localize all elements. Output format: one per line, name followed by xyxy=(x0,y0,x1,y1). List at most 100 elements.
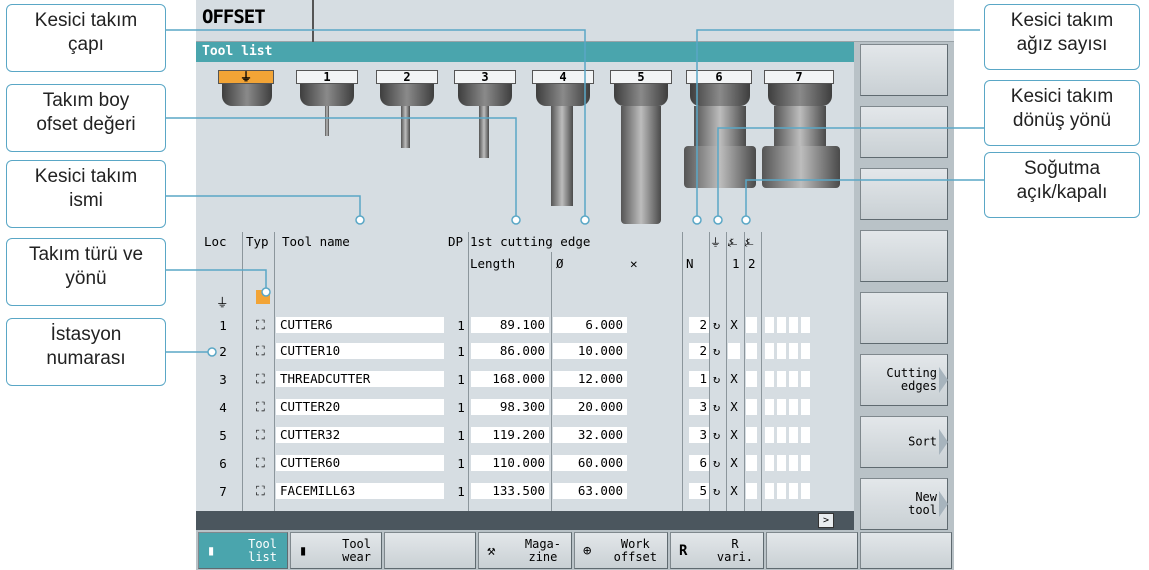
tool-name-cell[interactable]: CUTTER10 xyxy=(276,343,444,359)
slot-1[interactable]: 1 xyxy=(296,70,358,84)
diameter-cell[interactable]: 63.000 xyxy=(553,483,627,499)
softkey-v2[interactable] xyxy=(860,106,948,158)
rotation-icon[interactable]: ↻ xyxy=(710,371,723,387)
flag-box[interactable] xyxy=(765,317,774,333)
tool-name-cell[interactable]: FACEMILL63 xyxy=(276,483,444,499)
coolant-1-cell[interactable] xyxy=(728,343,740,359)
softkey-h8[interactable] xyxy=(860,532,952,569)
spindle-slot[interactable]: ⏚ xyxy=(218,70,274,84)
flag-box[interactable] xyxy=(765,343,774,359)
softkey-h7[interactable] xyxy=(766,532,858,569)
tool-name-cell[interactable]: CUTTER60 xyxy=(276,455,444,471)
length-cell[interactable]: 133.500 xyxy=(471,483,549,499)
edge-count-cell[interactable]: 3 xyxy=(689,399,709,415)
edge-count-cell[interactable]: 1 xyxy=(689,371,709,387)
diameter-cell[interactable]: 6.000 xyxy=(553,317,627,333)
slot-4[interactable]: 4 xyxy=(532,70,594,84)
length-cell[interactable]: 89.100 xyxy=(471,317,549,333)
softkey-v3[interactable] xyxy=(860,168,948,220)
table-row[interactable]: 6 ⛶ CUTTER60 1 110.000 60.000 6 ↻ X xyxy=(196,454,854,473)
diameter-cell[interactable]: 20.000 xyxy=(553,399,627,415)
length-cell[interactable]: 110.000 xyxy=(471,455,549,471)
length-cell[interactable]: 168.000 xyxy=(471,371,549,387)
tool-name-cell[interactable]: THREADCUTTER xyxy=(276,371,444,387)
flag-box[interactable] xyxy=(777,317,786,333)
coolant-2-cell[interactable] xyxy=(746,371,757,387)
rotation-icon[interactable]: ↻ xyxy=(710,427,723,443)
table-row[interactable]: 1 ⛶ CUTTER6 1 89.100 6.000 2 ↻ X xyxy=(196,316,854,335)
diameter-cell[interactable]: 60.000 xyxy=(553,455,627,471)
sort-button[interactable]: Sort xyxy=(860,416,948,468)
table-row[interactable]: 4 ⛶ CUTTER20 1 98.300 20.000 3 ↻ X xyxy=(196,398,854,417)
flag-box[interactable] xyxy=(789,427,798,443)
table-row[interactable]: 7 ⛶ FACEMILL63 1 133.500 63.000 5 ↻ X xyxy=(196,482,854,501)
coolant-2-cell[interactable] xyxy=(746,455,757,471)
edge-count-cell[interactable]: 2 xyxy=(689,343,709,359)
rotation-icon[interactable]: ↻ xyxy=(710,483,723,499)
slot-6[interactable]: 6 xyxy=(686,70,752,84)
slot-2[interactable]: 2 xyxy=(376,70,438,84)
tool-name-cell[interactable]: CUTTER6 xyxy=(276,317,444,333)
expand-right-icon[interactable]: > xyxy=(818,513,834,528)
magazine-button[interactable]: ⚒ Maga- zine xyxy=(478,532,572,569)
length-cell[interactable]: 86.000 xyxy=(471,343,549,359)
flag-box[interactable] xyxy=(777,399,786,415)
rotation-icon[interactable]: ↻ xyxy=(710,317,723,333)
coolant-1-cell[interactable]: X xyxy=(728,427,740,443)
edge-count-cell[interactable]: 6 xyxy=(689,455,709,471)
coolant-2-cell[interactable] xyxy=(746,483,757,499)
flag-box[interactable] xyxy=(765,427,774,443)
softkey-v1[interactable] xyxy=(860,44,948,96)
flag-box[interactable] xyxy=(801,483,810,499)
edge-count-cell[interactable]: 2 xyxy=(689,317,709,333)
flag-box[interactable] xyxy=(765,483,774,499)
tool-name-cell[interactable]: CUTTER32 xyxy=(276,427,444,443)
coolant-1-cell[interactable]: X xyxy=(728,399,740,415)
flag-box[interactable] xyxy=(801,343,810,359)
coolant-1-cell[interactable]: X xyxy=(728,371,740,387)
work-offset-button[interactable]: ⊕ Work offset xyxy=(574,532,668,569)
flag-box[interactable] xyxy=(789,371,798,387)
flag-box[interactable] xyxy=(801,371,810,387)
diameter-cell[interactable]: 32.000 xyxy=(553,427,627,443)
coolant-2-cell[interactable] xyxy=(746,343,757,359)
flag-box[interactable] xyxy=(789,317,798,333)
table-row[interactable]: 5 ⛶ CUTTER32 1 119.200 32.000 3 ↻ X xyxy=(196,426,854,445)
softkey-h3[interactable] xyxy=(384,532,476,569)
edge-count-cell[interactable]: 3 xyxy=(689,427,709,443)
rotation-icon[interactable]: ↻ xyxy=(710,343,723,359)
length-cell[interactable]: 119.200 xyxy=(471,427,549,443)
diameter-cell[interactable]: 10.000 xyxy=(553,343,627,359)
flag-box[interactable] xyxy=(801,317,810,333)
coolant-2-cell[interactable] xyxy=(746,399,757,415)
coolant-2-cell[interactable] xyxy=(746,317,757,333)
flag-box[interactable] xyxy=(801,427,810,443)
flag-box[interactable] xyxy=(789,343,798,359)
length-cell[interactable]: 98.300 xyxy=(471,399,549,415)
flag-box[interactable] xyxy=(789,399,798,415)
rotation-icon[interactable]: ↻ xyxy=(710,455,723,471)
flag-box[interactable] xyxy=(765,399,774,415)
table-row[interactable]: 3 ⛶ THREADCUTTER 1 168.000 12.000 1 ↻ X xyxy=(196,370,854,389)
coolant-2-cell[interactable] xyxy=(746,427,757,443)
r-variables-button[interactable]: R R vari. xyxy=(670,532,764,569)
flag-box[interactable] xyxy=(777,371,786,387)
softkey-v4[interactable] xyxy=(860,230,948,282)
slot-5[interactable]: 5 xyxy=(610,70,672,84)
tool-list-button[interactable]: ▮ Tool list xyxy=(198,532,288,569)
flag-box[interactable] xyxy=(765,455,774,471)
flag-box[interactable] xyxy=(777,483,786,499)
cutting-edges-button[interactable]: Cutting edges xyxy=(860,354,948,406)
table-row[interactable]: 2 ⛶ CUTTER10 1 86.000 10.000 2 ↻ xyxy=(196,342,854,361)
flag-box[interactable] xyxy=(777,427,786,443)
coolant-1-cell[interactable]: X xyxy=(728,317,740,333)
diameter-cell[interactable]: 12.000 xyxy=(553,371,627,387)
slot-3[interactable]: 3 xyxy=(454,70,516,84)
flag-box[interactable] xyxy=(765,371,774,387)
rotation-icon[interactable]: ↻ xyxy=(710,399,723,415)
edge-count-cell[interactable]: 5 xyxy=(689,483,709,499)
flag-box[interactable] xyxy=(789,455,798,471)
tool-name-cell[interactable]: CUTTER20 xyxy=(276,399,444,415)
flag-box[interactable] xyxy=(801,455,810,471)
slot-7[interactable]: 7 xyxy=(764,70,834,84)
